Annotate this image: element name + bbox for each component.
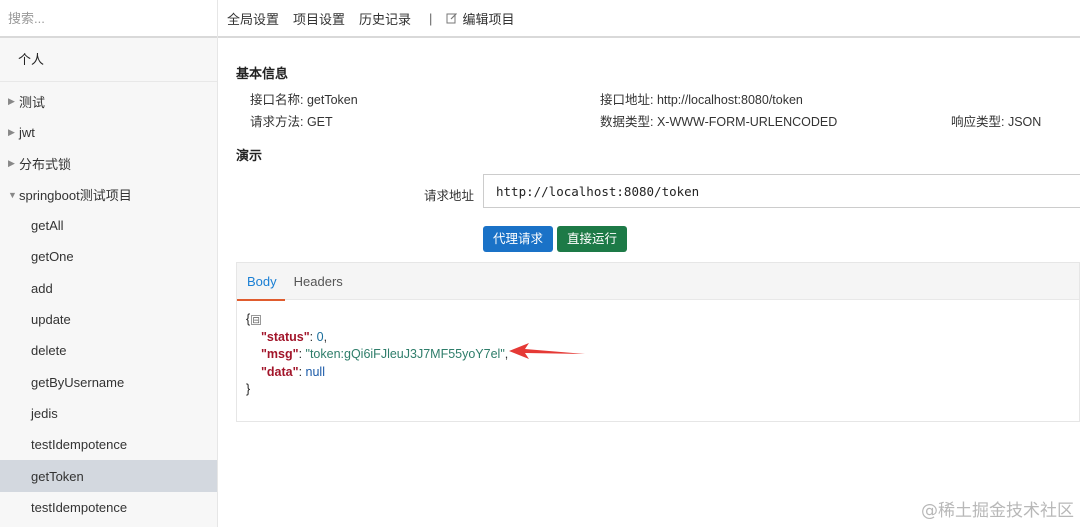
json-line-data: "data": null xyxy=(261,364,325,379)
json-value: null xyxy=(305,364,325,379)
json-key: "data" xyxy=(261,364,299,379)
basic-info-title: 基本信息 xyxy=(236,66,289,81)
json-line-msg: "msg": "token:gQi6iFJleuJ3J7MF55yoY7el", xyxy=(261,347,509,361)
api-name: 接口名称: getToken xyxy=(250,93,358,107)
annotation-arrow-icon xyxy=(509,343,585,359)
tab-headers[interactable]: Headers xyxy=(294,263,343,300)
edit-project-button[interactable]: 编辑项目 xyxy=(446,9,514,28)
json-key: "msg" xyxy=(261,347,299,361)
folder-distributed-lock[interactable]: ▶ 分布式锁 xyxy=(0,148,217,179)
response-tabs: Body Headers xyxy=(237,263,1079,301)
folder-springboot-project[interactable]: ▼ springboot测试项目 xyxy=(0,179,217,210)
folder-label: 测试 xyxy=(19,95,46,110)
api-item-jedis[interactable]: jedis xyxy=(0,398,217,429)
json-value: "token:gQi6iFJleuJ3J7MF55yoY7el" xyxy=(305,347,505,361)
json-key: "status" xyxy=(261,329,310,344)
top-nav: 全局设置 项目设置 历史记录 | 编辑项目 xyxy=(218,0,1080,38)
api-item-add[interactable]: add xyxy=(0,273,217,304)
group-title[interactable]: 个人 xyxy=(0,38,217,82)
folder-label: jwt xyxy=(19,125,35,140)
response-panel: Body Headers {⊟ "status": 0, "msg": "tok… xyxy=(236,262,1080,422)
api-item-gettoken[interactable]: getToken xyxy=(0,460,217,492)
caret-right-icon: ▶ xyxy=(8,96,15,106)
edit-icon xyxy=(446,13,458,24)
watermark: @稀土掘金技术社区 xyxy=(921,501,1074,521)
request-method: 请求方法: GET xyxy=(250,115,333,129)
json-close-brace: } xyxy=(246,382,251,396)
nav-project-settings[interactable]: 项目设置 xyxy=(293,9,345,28)
request-url-input[interactable]: http://localhost:8080/token xyxy=(483,174,1080,208)
edit-project-label: 编辑项目 xyxy=(462,11,515,27)
response-type: 响应类型: JSON xyxy=(951,115,1042,129)
json-open-brace: { xyxy=(246,312,251,326)
api-url: 接口地址: http://localhost:8080/token xyxy=(600,93,803,107)
api-tree: ▶ 测试 ▶ jwt ▶ 分布式锁 ▼ springboot测试项目 getAl… xyxy=(0,82,217,523)
folder-jwt[interactable]: ▶ jwt xyxy=(0,117,217,148)
api-item-testidempotence[interactable]: testIdempotence xyxy=(0,429,217,460)
tab-body[interactable]: Body xyxy=(237,263,285,301)
demo-title: 演示 xyxy=(236,148,263,163)
caret-right-icon: ▶ xyxy=(8,158,15,168)
request-url-label: 请求地址 xyxy=(424,189,475,203)
api-item-getall[interactable]: getAll xyxy=(0,210,217,241)
folder-test[interactable]: ▶ 测试 xyxy=(0,86,217,117)
proxy-request-button[interactable]: 代理请求 xyxy=(483,226,554,252)
api-item-getone[interactable]: getOne xyxy=(0,241,217,272)
direct-run-button[interactable]: 直接运行 xyxy=(557,226,628,252)
folder-label: springboot测试项目 xyxy=(19,188,132,203)
folder-label: 分布式锁 xyxy=(19,157,72,172)
search-input[interactable] xyxy=(8,10,208,26)
caret-down-icon: ▼ xyxy=(8,189,17,200)
sidebar: 个人 ▶ 测试 ▶ jwt ▶ 分布式锁 ▼ springboot测试项目 ge… xyxy=(0,0,218,527)
json-line-status: "status": 0, xyxy=(261,329,328,344)
api-item-delete[interactable]: delete xyxy=(0,335,217,366)
search-bar xyxy=(0,0,217,38)
api-item-testidempotence-2[interactable]: testIdempotence xyxy=(0,492,217,523)
nav-separator: | xyxy=(429,10,433,26)
json-comma: , xyxy=(323,329,328,344)
json-viewer: {⊟ "status": 0, "msg": "token:gQi6iFJleu… xyxy=(246,311,508,399)
data-type: 数据类型: X-WWW-FORM-URLENCODED xyxy=(600,115,838,129)
caret-right-icon: ▶ xyxy=(8,127,15,137)
nav-history[interactable]: 历史记录 xyxy=(359,9,411,28)
nav-global-settings[interactable]: 全局设置 xyxy=(227,9,279,28)
api-item-getbyusername[interactable]: getByUsername xyxy=(0,366,217,397)
api-item-update[interactable]: update xyxy=(0,304,217,335)
collapse-icon[interactable]: ⊟ xyxy=(251,314,262,325)
json-value: 0 xyxy=(316,329,324,344)
